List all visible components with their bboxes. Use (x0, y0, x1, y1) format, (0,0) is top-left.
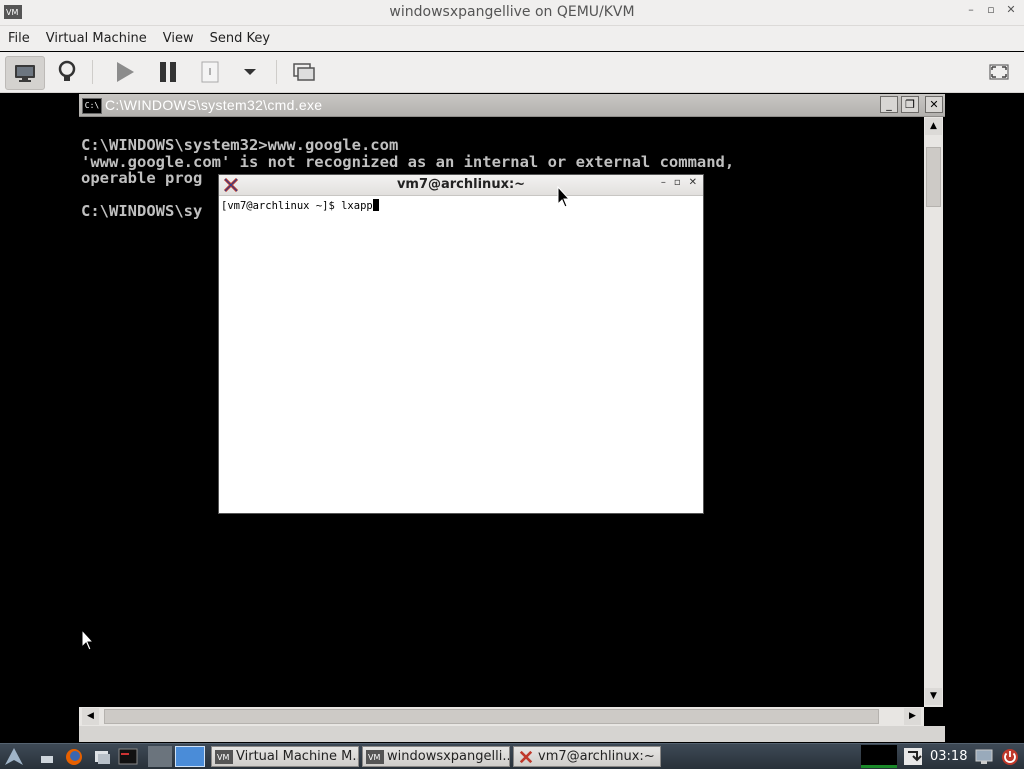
toolbar (0, 52, 1024, 93)
xterm-terminal[interactable]: [vm7@archlinux ~]$ lxapp (221, 199, 379, 212)
pause-button[interactable] (149, 56, 187, 88)
taskbar: VM Virtual Machine M... VM windowsxpange… (0, 743, 1024, 769)
svg-text:VM: VM (368, 753, 380, 762)
power-icon (201, 61, 219, 83)
menubar: File Virtual Machine View Send Key (0, 26, 1024, 51)
task-windowsxp-vm[interactable]: VM windowsxpangelli... (362, 746, 510, 767)
screenshot-button[interactable] (285, 56, 323, 88)
task-label: vm7@archlinux:~ (538, 749, 655, 764)
console-view-button[interactable] (5, 56, 45, 90)
scroll-thumb-horizontal[interactable] (104, 709, 879, 724)
guest-mouse-cursor-icon (81, 629, 95, 651)
menu-virtual-machine[interactable]: Virtual Machine (38, 31, 155, 46)
maximize-button[interactable]: ▫ (984, 3, 998, 16)
network-icon[interactable] (903, 747, 923, 766)
shutdown-menu-button[interactable] (231, 56, 269, 88)
firefox-icon[interactable] (64, 747, 84, 766)
screen-lock-icon[interactable] (974, 747, 994, 766)
vm-icon: VM (215, 749, 233, 764)
lightbulb-icon (58, 60, 76, 81)
desktop-pager-1[interactable] (148, 746, 172, 767)
window-titlebar[interactable]: VM windowsxpangellive on QEMU/KVM – ▫ ✕ (0, 0, 1024, 26)
task-virtual-machine-manager[interactable]: VM Virtual Machine M... (211, 746, 359, 767)
cmd-close-button[interactable]: ✕ (925, 96, 943, 113)
cmd-vertical-scrollbar[interactable]: ▲ ▼ (924, 117, 943, 707)
play-icon (117, 62, 134, 82)
xterm-title: vm7@archlinux:~ (396, 177, 526, 192)
window-title: windowsxpangellive on QEMU/KVM (389, 4, 635, 20)
monitor-icon (15, 65, 35, 82)
xterm-minimize-button[interactable]: – (661, 177, 666, 188)
console-line: 'www.google.com' is not recognized as an… (81, 152, 735, 171)
svg-text:VM: VM (217, 753, 229, 762)
scroll-left-arrow[interactable]: ◀ (82, 708, 99, 725)
cpu-monitor (861, 745, 897, 768)
vm-icon: VM (366, 749, 384, 764)
details-view-button[interactable] (48, 56, 86, 88)
run-button[interactable] (106, 56, 144, 88)
arch-menu-icon[interactable] (4, 747, 24, 766)
close-button[interactable]: ✕ (1004, 3, 1018, 16)
cmd-maximize-button[interactable]: ❐ (901, 96, 919, 113)
minimize-button[interactable]: – (964, 3, 978, 16)
menu-view[interactable]: View (155, 31, 202, 46)
fullscreen-icon (989, 64, 1009, 80)
scroll-thumb-vertical[interactable] (926, 147, 941, 207)
scroll-down-arrow[interactable]: ▼ (925, 688, 942, 705)
terminal-launcher-icon[interactable] (118, 747, 138, 766)
file-manager-icon[interactable] (92, 747, 112, 766)
task-label: Virtual Machine M... (236, 749, 359, 764)
text-cursor (372, 199, 379, 211)
xterm-window[interactable]: vm7@archlinux:~ – ▫ ✕ [vm7@archlinux ~]$… (218, 174, 704, 514)
task-label: windowsxpangelli... (387, 749, 510, 764)
scroll-up-arrow[interactable]: ▲ (925, 118, 942, 135)
clock[interactable]: 03:18 (930, 749, 967, 764)
desktop-pager-2[interactable] (175, 746, 205, 767)
power-off-icon[interactable] (1000, 747, 1020, 766)
task-xterm[interactable]: vm7@archlinux:~ (513, 746, 661, 767)
xterm-icon (519, 750, 533, 763)
cmd-minimize-button[interactable]: _ (880, 96, 898, 113)
fullscreen-button[interactable] (980, 56, 1018, 88)
cmd-icon: C:\ (82, 98, 102, 114)
chevron-down-icon (244, 69, 256, 75)
menu-file[interactable]: File (0, 31, 38, 46)
xterm-close-button[interactable]: ✕ (689, 177, 697, 188)
guest-display[interactable]: C:\ C:\WINDOWS\system32\cmd.exe _ ❐ ✕ C:… (0, 93, 1024, 743)
scroll-right-arrow[interactable]: ▶ (904, 708, 921, 725)
xterm-prompt: [vm7@archlinux ~]$ lxapp (221, 200, 373, 212)
console-line: C:\WINDOWS\system32>www.google.com (81, 136, 399, 154)
cmd-title: C:\WINDOWS\system32\cmd.exe (105, 97, 323, 113)
screenshot-icon (293, 63, 315, 81)
cmd-horizontal-scrollbar[interactable]: ◀ ▶ (79, 707, 924, 726)
shutdown-button[interactable] (191, 56, 229, 88)
xterm-titlebar[interactable]: vm7@archlinux:~ – ▫ ✕ (219, 175, 703, 196)
cmd-titlebar[interactable]: C:\ C:\WINDOWS\system32\cmd.exe _ ❐ ✕ (79, 94, 945, 117)
xterm-maximize-button[interactable]: ▫ (674, 177, 681, 188)
pause-icon (160, 62, 176, 82)
cmd-bottom-border (79, 726, 945, 742)
mouse-cursor-icon (557, 186, 571, 208)
minimize-all-icon[interactable] (38, 747, 58, 766)
menu-send-key[interactable]: Send Key (202, 31, 278, 46)
